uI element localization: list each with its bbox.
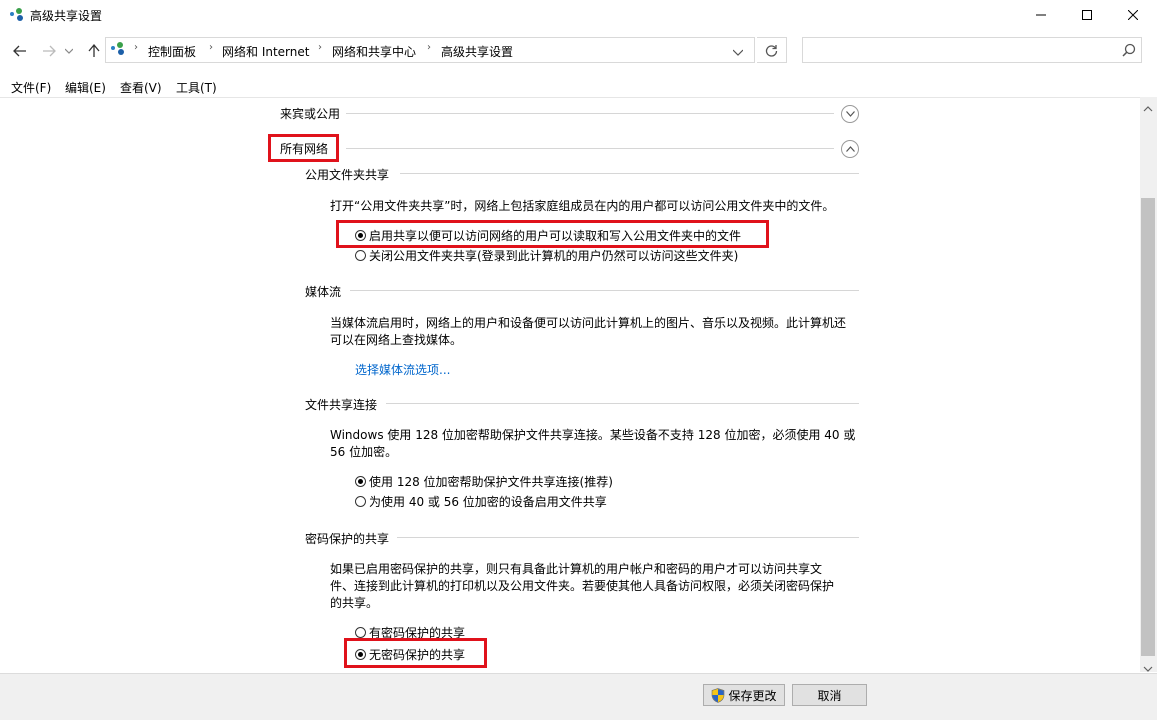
close-icon bbox=[1128, 10, 1138, 20]
close-button[interactable] bbox=[1110, 0, 1156, 30]
radio-button[interactable] bbox=[355, 230, 366, 241]
forward-arrow-icon bbox=[43, 45, 56, 57]
breadcrumb-network-internet[interactable]: 网络和 Internet bbox=[222, 43, 309, 60]
section-guest-public-label: 来宾或公用 bbox=[280, 107, 341, 121]
public-folder-heading: 公用文件夹共享 bbox=[305, 168, 390, 182]
breadcrumb-control-panel[interactable]: 控制面板 bbox=[148, 43, 196, 60]
public-folder-disable-option[interactable]: 关闭公用文件夹共享(登录到此计算机的用户仍然可以访问这些文件夹) bbox=[355, 247, 738, 264]
public-folder-enable-option[interactable]: 启用共享以便可以访问网络的用户可以读取和写入公用文件夹中的文件 bbox=[355, 227, 741, 244]
public-folder-enable-label[interactable]: 启用共享以便可以访问网络的用户可以读取和写入公用文件夹中的文件 bbox=[369, 227, 741, 244]
divider bbox=[397, 537, 859, 538]
chevron-up-icon bbox=[1143, 106, 1153, 112]
forward-button[interactable] bbox=[38, 39, 60, 63]
refresh-icon bbox=[765, 44, 778, 57]
divider bbox=[400, 173, 859, 174]
file-sharing-description: Windows 使用 128 位加密帮助保护文件共享连接。某些设备不支持 128… bbox=[330, 428, 856, 459]
menu-bar bbox=[0, 76, 1157, 96]
save-changes-button[interactable]: 保存更改 bbox=[703, 684, 785, 706]
encryption-128-label[interactable]: 使用 128 位加密帮助保护文件共享连接(推荐) bbox=[369, 473, 613, 490]
section-all-networks-label: 所有网络 bbox=[280, 142, 329, 156]
divider bbox=[346, 113, 834, 114]
cancel-button[interactable]: 取消 bbox=[792, 684, 867, 706]
breadcrumb-advanced-sharing[interactable]: 高级共享设置 bbox=[441, 43, 513, 60]
menu-edit[interactable]: 编辑(E) bbox=[65, 79, 106, 96]
breadcrumb-separator-icon[interactable]: › bbox=[318, 42, 322, 53]
maximize-button[interactable] bbox=[1064, 0, 1110, 30]
minimize-button[interactable] bbox=[1018, 0, 1064, 30]
radio-button[interactable] bbox=[355, 476, 366, 487]
search-input[interactable] bbox=[809, 38, 1113, 62]
password-description: 如果已启用密码保护的共享，则只有具备此计算机的用户帐户和密码的用户才可以访问共享… bbox=[330, 562, 835, 610]
chevron-up-icon bbox=[845, 146, 855, 152]
recent-locations-button[interactable] bbox=[62, 39, 76, 63]
public-folder-description: 打开“公用文件夹共享”时，网络上包括家庭组成员在内的用户都可以访问公用文件夹中的… bbox=[330, 199, 835, 213]
title-bar bbox=[0, 0, 1157, 30]
breadcrumb-separator-icon[interactable]: › bbox=[209, 42, 213, 53]
media-heading: 媒体流 bbox=[305, 285, 342, 299]
footer-bar bbox=[0, 673, 1157, 720]
save-changes-label[interactable]: 保存更改 bbox=[728, 687, 776, 704]
window-title: 高级共享设置 bbox=[30, 9, 103, 23]
chevron-down-icon bbox=[732, 49, 744, 56]
refresh-button[interactable] bbox=[757, 37, 787, 63]
radio-button[interactable] bbox=[355, 649, 366, 660]
minimize-icon bbox=[1036, 14, 1046, 16]
radio-button[interactable] bbox=[355, 250, 366, 261]
scrollbar-thumb[interactable] bbox=[1141, 198, 1155, 656]
menu-file[interactable]: 文件(F) bbox=[11, 79, 51, 96]
file-sharing-heading: 文件共享连接 bbox=[305, 398, 378, 412]
search-box[interactable] bbox=[802, 37, 1142, 63]
encryption-40-56-label[interactable]: 为使用 40 或 56 位加密的设备启用文件共享 bbox=[369, 493, 607, 510]
network-location-icon bbox=[111, 42, 124, 55]
divider bbox=[346, 148, 834, 149]
breadcrumb-network-sharing-center[interactable]: 网络和共享中心 bbox=[332, 43, 416, 60]
divider bbox=[386, 403, 859, 404]
cancel-label[interactable]: 取消 bbox=[817, 687, 841, 704]
address-dropdown-button[interactable] bbox=[732, 45, 744, 59]
back-arrow-icon bbox=[13, 45, 26, 57]
divider bbox=[350, 290, 859, 291]
breadcrumb-separator-icon[interactable]: › bbox=[134, 42, 138, 53]
up-arrow-icon bbox=[88, 44, 100, 57]
search-icon bbox=[1122, 43, 1136, 57]
network-app-icon bbox=[10, 8, 23, 21]
breadcrumb-separator-icon[interactable]: › bbox=[427, 42, 431, 53]
menu-view[interactable]: 查看(V) bbox=[120, 79, 162, 96]
scroll-up-button[interactable] bbox=[1143, 101, 1153, 115]
media-description: 当媒体流启用时，网络上的用户和设备便可以访问此计算机上的图片、音乐以及视频。此计… bbox=[330, 316, 847, 347]
back-button[interactable] bbox=[9, 39, 31, 63]
password-off-option[interactable]: 无密码保护的共享 bbox=[355, 646, 465, 663]
chevron-down-icon bbox=[65, 48, 73, 54]
radio-button[interactable] bbox=[355, 496, 366, 507]
collapse-all-networks-button[interactable] bbox=[841, 140, 859, 158]
chevron-down-icon bbox=[1143, 666, 1153, 672]
encryption-40-56-option[interactable]: 为使用 40 或 56 位加密的设备启用文件共享 bbox=[355, 493, 607, 510]
shield-icon bbox=[712, 687, 725, 703]
encryption-128-option[interactable]: 使用 128 位加密帮助保护文件共享连接(推荐) bbox=[355, 473, 613, 490]
expand-guest-public-button[interactable] bbox=[841, 105, 859, 123]
password-heading: 密码保护的共享 bbox=[305, 532, 390, 546]
up-button[interactable] bbox=[83, 39, 105, 63]
media-options-link[interactable]: 选择媒体流选项... bbox=[355, 361, 450, 378]
radio-button[interactable] bbox=[355, 627, 366, 638]
menu-tools[interactable]: 工具(T) bbox=[176, 79, 217, 96]
maximize-icon bbox=[1082, 10, 1092, 20]
public-folder-disable-label[interactable]: 关闭公用文件夹共享(登录到此计算机的用户仍然可以访问这些文件夹) bbox=[369, 247, 738, 264]
chevron-down-icon bbox=[845, 111, 855, 117]
password-off-label[interactable]: 无密码保护的共享 bbox=[369, 646, 465, 663]
